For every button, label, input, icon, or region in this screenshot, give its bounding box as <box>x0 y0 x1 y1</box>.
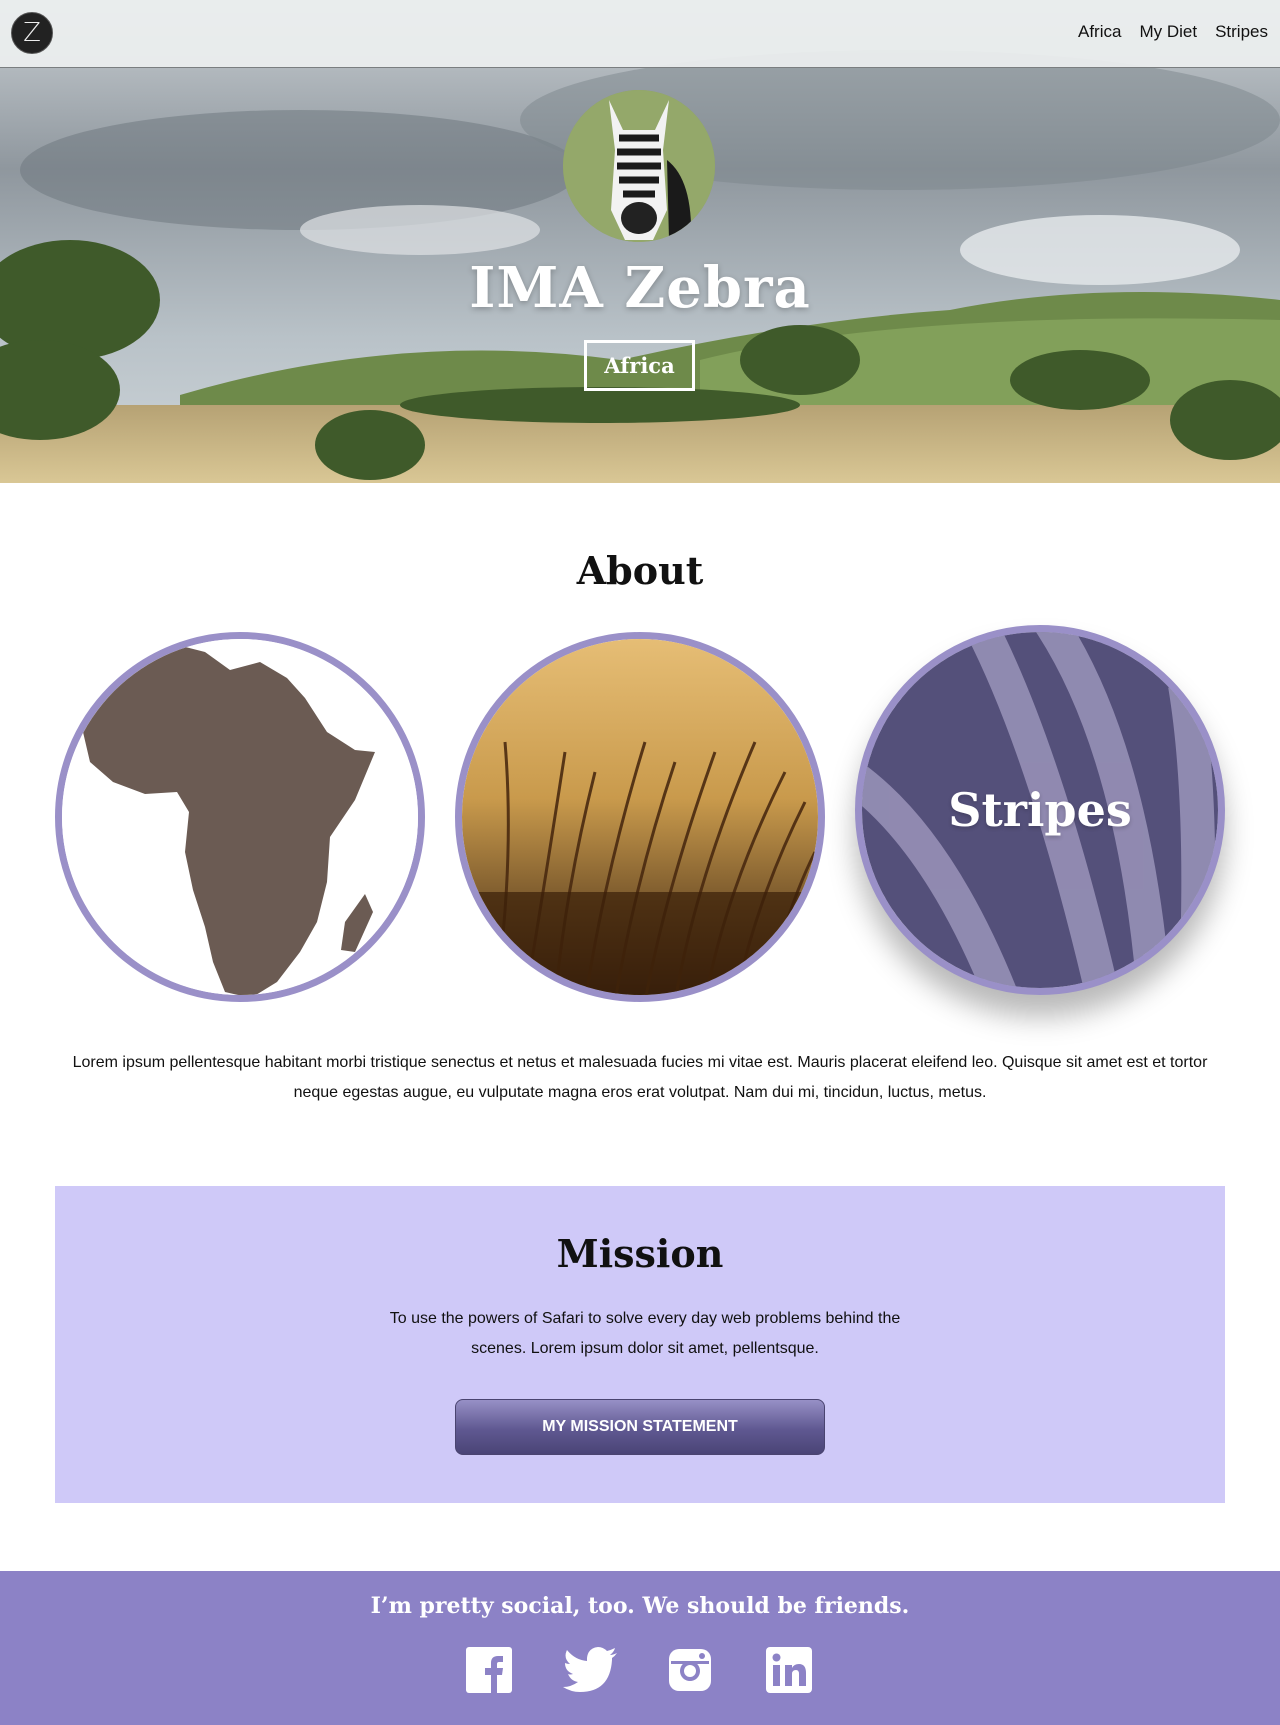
about-heading: About <box>576 548 704 593</box>
linkedin-icon[interactable] <box>766 1647 812 1693</box>
mission-statement-button[interactable]: MY MISSION STATEMENT <box>455 1399 825 1455</box>
mission-heading: Mission <box>556 1231 724 1276</box>
instagram-icon[interactable] <box>667 1647 713 1693</box>
facebook-icon[interactable] <box>466 1647 512 1693</box>
africa-button[interactable]: Africa <box>584 340 695 391</box>
africa-map-icon <box>62 639 418 995</box>
stripes-card[interactable]: Stripes <box>855 625 1225 995</box>
nav-link-my-diet[interactable]: My Diet <box>1139 22 1197 42</box>
twitter-icon[interactable] <box>563 1647 619 1693</box>
zebra-avatar <box>563 90 715 242</box>
nav-link-africa[interactable]: Africa <box>1078 22 1121 42</box>
footer-tagline: I’m pretty social, too. We should be fri… <box>370 1593 910 1619</box>
nav-links: Africa My Diet Stripes <box>1078 22 1268 42</box>
top-navbar: Z Africa My Diet Stripes <box>0 0 1280 68</box>
africa-map-card[interactable] <box>55 632 425 1002</box>
stripes-label: Stripes <box>948 783 1132 837</box>
about-paragraph: Lorem ipsum pellentesque habitant morbi … <box>72 1054 1208 1101</box>
savanna-grass-card[interactable] <box>455 632 825 1002</box>
nav-link-stripes[interactable]: Stripes <box>1215 22 1268 42</box>
hero-title: IMA Zebra <box>469 255 811 321</box>
mission-paragraph: To use the powers of Safari to solve eve… <box>389 1310 901 1357</box>
logo-icon[interactable]: Z <box>11 12 53 54</box>
savanna-grass-image <box>462 639 818 995</box>
footer: I’m pretty social, too. We should be fri… <box>0 1571 1280 1725</box>
mission-section: Mission To use the powers of Safari to s… <box>55 1186 1225 1503</box>
hero-banner: IMA Zebra Africa <box>0 0 1280 483</box>
